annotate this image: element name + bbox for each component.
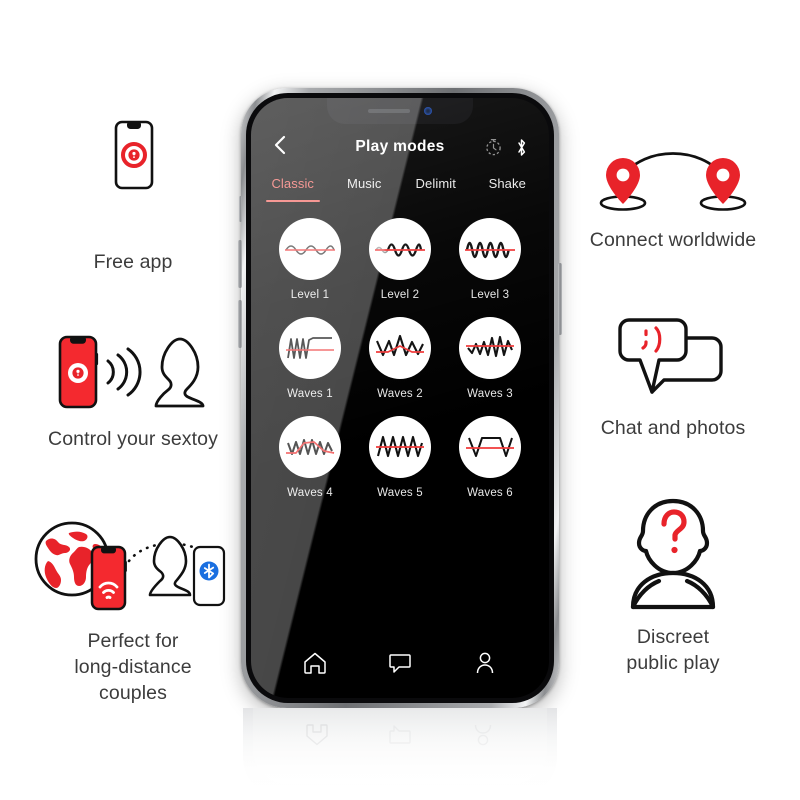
reflection-fade bbox=[241, 708, 559, 800]
mode-label: Waves 5 bbox=[377, 487, 423, 499]
tab-music[interactable]: Music bbox=[329, 164, 401, 202]
phone-screen: Play modes Classic Music Delimit Shake L… bbox=[251, 98, 549, 698]
mode-thumbnail bbox=[279, 416, 341, 478]
mode-label: Level 2 bbox=[380, 289, 420, 301]
feature-caption: Free app bbox=[93, 251, 173, 273]
profile-icon-reflection bbox=[466, 718, 500, 752]
feature-chat-photos: Chat and photos bbox=[558, 318, 788, 441]
mode-waves-3[interactable]: Waves 3 bbox=[445, 317, 535, 400]
mode-thumbnail bbox=[369, 416, 431, 478]
mode-waves-5[interactable]: Waves 5 bbox=[355, 416, 445, 499]
feature-caption: Perfect for long-distance couples bbox=[74, 630, 192, 704]
mode-label: Level 3 bbox=[470, 289, 510, 301]
smartphone-mockup: Play modes Classic Music Delimit Shake L… bbox=[238, 88, 562, 708]
feature-control-sextoy: Control your sextoy bbox=[18, 333, 248, 452]
mode-thumbnail bbox=[279, 218, 341, 280]
feature-caption: Discreet public play bbox=[626, 626, 720, 674]
phone-reflection bbox=[241, 708, 559, 800]
mode-label: Waves 6 bbox=[467, 487, 513, 499]
mute-switch[interactable] bbox=[239, 196, 242, 222]
mode-level-1[interactable]: Level 1 bbox=[265, 218, 355, 301]
play-modes-grid: Level 1 Level 2 Level 3 Waves 1 Waves 2 … bbox=[251, 202, 549, 636]
mode-label: Waves 2 bbox=[377, 388, 423, 400]
globe-phone-sextoy-bluetooth-icon bbox=[26, 515, 241, 620]
phone-signal-sextoy-icon bbox=[38, 333, 228, 418]
reflection-body bbox=[243, 708, 557, 800]
home-icon-reflection bbox=[300, 718, 334, 752]
mode-waves-6[interactable]: Waves 6 bbox=[445, 416, 535, 499]
mode-label: Waves 4 bbox=[287, 487, 333, 499]
chat-icon[interactable] bbox=[383, 646, 417, 680]
earpiece-speaker-icon bbox=[368, 109, 410, 113]
two-map-pins-arc-icon bbox=[583, 148, 763, 219]
front-camera-icon bbox=[424, 107, 432, 115]
feature-long-distance: Perfect for long-distance couples bbox=[18, 515, 248, 706]
mode-label: Level 1 bbox=[290, 289, 330, 301]
chevron-left-icon[interactable] bbox=[268, 134, 290, 156]
mode-level-3[interactable]: Level 3 bbox=[445, 218, 535, 301]
mode-waves-1[interactable]: Waves 1 bbox=[265, 317, 355, 400]
feature-caption: Chat and photos bbox=[600, 417, 746, 439]
mode-waves-4[interactable]: Waves 4 bbox=[265, 416, 355, 499]
mode-thumbnail bbox=[459, 317, 521, 379]
feature-caption: Connect worldwide bbox=[589, 229, 757, 251]
feature-free-app: Free app bbox=[18, 116, 248, 275]
feature-connect-worldwide: Connect worldwide bbox=[558, 148, 788, 253]
mode-level-2[interactable]: Level 2 bbox=[355, 218, 445, 301]
phone-bezel: Play modes Classic Music Delimit Shake L… bbox=[246, 93, 554, 703]
play-modes-app: Play modes Classic Music Delimit Shake L… bbox=[251, 98, 549, 698]
profile-icon[interactable] bbox=[468, 646, 502, 680]
tab-shake[interactable]: Shake bbox=[472, 164, 544, 202]
tab-delimit[interactable]: Delimit bbox=[400, 164, 472, 202]
power-button[interactable] bbox=[558, 263, 562, 335]
two-speech-bubbles-wink-icon bbox=[598, 318, 748, 407]
bluetooth-icon[interactable] bbox=[511, 136, 531, 158]
bottom-navigation bbox=[251, 636, 549, 698]
phone-with-lock-app-icon bbox=[88, 116, 178, 241]
chat-icon-reflection bbox=[383, 718, 417, 752]
tab-classic[interactable]: Classic bbox=[257, 164, 329, 202]
mode-thumbnail bbox=[369, 317, 431, 379]
reflection-screen bbox=[253, 708, 547, 784]
mode-thumbnail bbox=[459, 218, 521, 280]
timer-icon[interactable] bbox=[483, 136, 503, 158]
volume-up-button[interactable] bbox=[238, 240, 242, 288]
phone-frame: Play modes Classic Music Delimit Shake L… bbox=[238, 88, 562, 708]
notch bbox=[327, 98, 473, 124]
mode-label: Waves 3 bbox=[467, 388, 513, 400]
mode-thumbnail bbox=[459, 416, 521, 478]
volume-down-button[interactable] bbox=[238, 300, 242, 348]
feature-sheet: Free app Control your sextoy Perfect for… bbox=[0, 0, 800, 800]
mode-tabs: Classic Music Delimit Shake bbox=[251, 164, 549, 202]
mode-thumbnail bbox=[369, 218, 431, 280]
mode-label: Waves 1 bbox=[287, 388, 333, 400]
feature-discreet-public-play: Discreet public play bbox=[558, 495, 788, 676]
mode-thumbnail bbox=[279, 317, 341, 379]
anonymous-person-question-mark-icon bbox=[607, 495, 739, 616]
home-icon[interactable] bbox=[298, 646, 332, 680]
feature-caption: Control your sextoy bbox=[48, 428, 218, 450]
mode-waves-2[interactable]: Waves 2 bbox=[355, 317, 445, 400]
